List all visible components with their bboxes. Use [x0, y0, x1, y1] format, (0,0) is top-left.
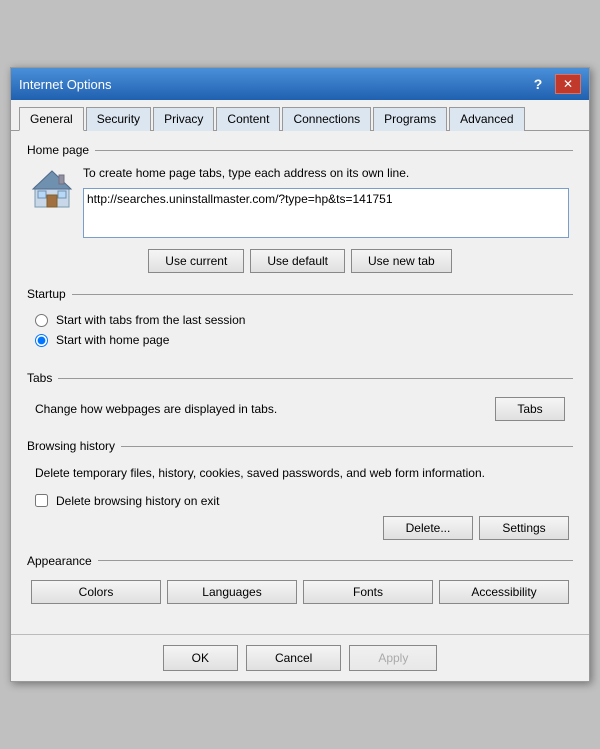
section-header-tabs: Tabs: [27, 371, 573, 385]
section-header-browsing-history: Browsing history: [27, 439, 573, 453]
tab-privacy[interactable]: Privacy: [153, 107, 214, 131]
section-divider-home-page: [95, 150, 573, 151]
section-appearance: Appearance Colors Languages Fonts Access…: [27, 554, 573, 608]
internet-options-window: Internet Options ? ✕ General Security Pr…: [10, 67, 590, 682]
section-title-home-page: Home page: [27, 143, 95, 157]
section-tabs: Tabs Change how webpages are displayed i…: [27, 371, 573, 425]
startup-label-home-page: Start with home page: [56, 333, 169, 347]
delete-button[interactable]: Delete...: [383, 516, 473, 540]
settings-button[interactable]: Settings: [479, 516, 569, 540]
section-divider-tabs: [58, 378, 573, 379]
fonts-button[interactable]: Fonts: [303, 580, 433, 604]
home-page-description: To create home page tabs, type each addr…: [83, 165, 569, 182]
section-title-appearance: Appearance: [27, 554, 98, 568]
tab-general[interactable]: General: [19, 107, 84, 131]
home-page-url-input[interactable]: http://searches.uninstallmaster.com/?typ…: [83, 188, 569, 238]
ok-button[interactable]: OK: [163, 645, 238, 671]
colors-button[interactable]: Colors: [31, 580, 161, 604]
startup-option-last-session[interactable]: Start with tabs from the last session: [35, 313, 565, 327]
section-startup: Startup Start with tabs from the last se…: [27, 287, 573, 357]
title-bar: Internet Options ? ✕: [11, 68, 589, 100]
section-home-page: Home page: [27, 143, 573, 273]
tab-security[interactable]: Security: [86, 107, 151, 131]
tabs-section-content: Change how webpages are displayed in tab…: [27, 393, 573, 425]
startup-label-last-session: Start with tabs from the last session: [56, 313, 245, 327]
section-divider-startup: [72, 294, 573, 295]
cancel-button[interactable]: Cancel: [246, 645, 341, 671]
home-page-buttons: Use current Use default Use new tab: [27, 249, 573, 273]
content-area: Home page: [11, 131, 589, 634]
bottom-bar: OK Cancel Apply: [11, 634, 589, 681]
close-button[interactable]: ✕: [555, 74, 581, 94]
startup-options: Start with tabs from the last session St…: [27, 309, 573, 357]
section-title-tabs: Tabs: [27, 371, 58, 385]
section-title-startup: Startup: [27, 287, 72, 301]
startup-option-home-page[interactable]: Start with home page: [35, 333, 565, 347]
tabs-description: Change how webpages are displayed in tab…: [35, 402, 277, 416]
section-header-appearance: Appearance: [27, 554, 573, 568]
tab-bar: General Security Privacy Content Connect…: [11, 100, 589, 131]
section-divider-browsing-history: [121, 446, 573, 447]
section-header-startup: Startup: [27, 287, 573, 301]
browsing-history-description: Delete temporary files, history, cookies…: [27, 461, 573, 486]
tab-content-general: Home page: [11, 131, 589, 634]
apply-button[interactable]: Apply: [349, 645, 437, 671]
tab-programs[interactable]: Programs: [373, 107, 447, 131]
delete-on-exit-checkbox[interactable]: [35, 494, 48, 507]
languages-button[interactable]: Languages: [167, 580, 297, 604]
tabs-button[interactable]: Tabs: [495, 397, 565, 421]
startup-radio-last-session[interactable]: [35, 314, 48, 327]
home-page-right: To create home page tabs, type each addr…: [83, 165, 569, 241]
help-button[interactable]: ?: [525, 74, 551, 94]
use-new-tab-button[interactable]: Use new tab: [351, 249, 452, 273]
section-divider-appearance: [98, 560, 573, 561]
tab-connections[interactable]: Connections: [282, 107, 371, 131]
tab-content[interactable]: Content: [216, 107, 280, 131]
section-browsing-history: Browsing history Delete temporary files,…: [27, 439, 573, 540]
window-title: Internet Options: [19, 77, 112, 92]
tab-advanced[interactable]: Advanced: [449, 107, 524, 131]
use-current-button[interactable]: Use current: [148, 249, 244, 273]
appearance-buttons: Colors Languages Fonts Accessibility: [27, 576, 573, 608]
delete-on-exit-label: Delete browsing history on exit: [56, 494, 219, 508]
browsing-history-buttons: Delete... Settings: [27, 516, 573, 540]
startup-radio-home-page[interactable]: [35, 334, 48, 347]
use-default-button[interactable]: Use default: [250, 249, 345, 273]
title-bar-left: Internet Options: [19, 77, 112, 92]
home-page-content: To create home page tabs, type each addr…: [27, 165, 573, 241]
delete-on-exit-row: Delete browsing history on exit: [27, 494, 573, 508]
home-icon: [31, 169, 73, 211]
section-title-browsing-history: Browsing history: [27, 439, 121, 453]
section-header-home-page: Home page: [27, 143, 573, 157]
accessibility-button[interactable]: Accessibility: [439, 580, 569, 604]
title-bar-right: ? ✕: [525, 74, 581, 94]
